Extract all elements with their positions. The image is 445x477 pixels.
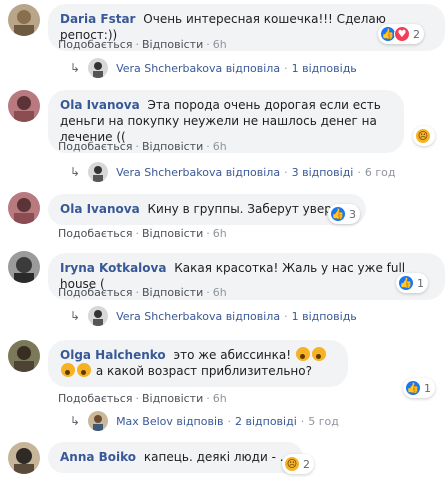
comment-author[interactable]: Anna Boiko bbox=[60, 450, 136, 464]
avatar[interactable] bbox=[8, 4, 40, 36]
reply-count: 3 відповіді bbox=[291, 165, 354, 179]
reply-author-line: Vera Shcherbakova відповіла bbox=[116, 61, 281, 75]
comment-actions: Подобається · Відповісти · 6h bbox=[58, 140, 227, 153]
reactions[interactable]: ☹ 2 bbox=[282, 454, 314, 474]
reply-arrow-icon: ↳ bbox=[70, 309, 81, 323]
avatar[interactable] bbox=[8, 340, 40, 372]
avatar[interactable] bbox=[8, 251, 40, 283]
view-replies[interactable]: ↳ Vera Shcherbakova відповіла · 1 відповід… bbox=[70, 306, 357, 326]
comment-author[interactable]: Olga Halchenko bbox=[60, 348, 166, 362]
reaction-count: 1 bbox=[417, 276, 424, 290]
avatar bbox=[88, 58, 109, 78]
comment-time[interactable]: 6h bbox=[213, 140, 227, 153]
view-replies[interactable]: ↳ Max Belov відповів · 2 відповіді · 5 год bbox=[70, 411, 339, 431]
reply-author-line: Max Belov відповів bbox=[116, 414, 224, 428]
comment-time[interactable]: 6h bbox=[213, 392, 227, 405]
reply-link[interactable]: Відповісти bbox=[142, 227, 203, 240]
comment-time[interactable]: 6h bbox=[213, 286, 227, 299]
reactions[interactable]: ☹ bbox=[413, 126, 435, 146]
comment-author[interactable]: Daria Fstar bbox=[60, 12, 135, 26]
reply-arrow-icon: ↳ bbox=[70, 414, 81, 428]
like-link[interactable]: Подобається bbox=[58, 286, 132, 299]
reactions[interactable]: 👍 ♥ 2 bbox=[378, 24, 424, 44]
reactions[interactable]: 👍 3 bbox=[328, 204, 360, 224]
comment-actions: Подобається · Відповісти · 6h bbox=[58, 392, 227, 405]
like-link[interactable]: Подобається bbox=[58, 140, 132, 153]
view-replies[interactable]: ↳ Vera Shcherbakova відповіла · 3 відповід… bbox=[70, 162, 395, 182]
avatar bbox=[88, 162, 109, 182]
comment-actions: Подобається · Відповісти · 6h bbox=[58, 286, 227, 299]
comment-text: капець. деякі люди - ... bbox=[143, 450, 292, 464]
like-link[interactable]: Подобається bbox=[58, 38, 132, 51]
reaction-count: 2 bbox=[413, 27, 420, 41]
like-icon: 👍 bbox=[398, 275, 414, 291]
reply-arrow-icon: ↳ bbox=[70, 61, 81, 75]
reply-link[interactable]: Відповісти bbox=[142, 392, 203, 405]
comment-actions: Подобається · Відповісти · 6h bbox=[58, 227, 227, 240]
comment-bubble: Ola Ivanova Кину в группы. Заберут увере… bbox=[48, 194, 367, 225]
comment-actions: Подобається · Відповісти · 6h bbox=[58, 38, 227, 51]
avatar[interactable] bbox=[8, 442, 40, 474]
reactions[interactable]: 👍 1 bbox=[403, 378, 435, 398]
sad-icon: ☹ bbox=[284, 456, 300, 472]
comment-text-a: это же абиссинка! bbox=[173, 348, 292, 362]
comment-author[interactable]: Ola Ivanova bbox=[60, 202, 140, 216]
reaction-count: 2 bbox=[303, 457, 310, 471]
like-link[interactable]: Подобається bbox=[58, 392, 132, 405]
comment-text-b: а какой возраст приблизительно? bbox=[95, 364, 312, 378]
sad-icon: ☹ bbox=[415, 128, 431, 144]
reply-count: 1 відповідь bbox=[291, 309, 357, 323]
reply-author-line: Vera Shcherbakova відповіла bbox=[116, 165, 281, 179]
reply-link[interactable]: Відповісти bbox=[142, 286, 203, 299]
like-link[interactable]: Подобається bbox=[58, 227, 132, 240]
avatar[interactable] bbox=[8, 192, 40, 224]
comment-author[interactable]: Ola Ivanova bbox=[60, 98, 140, 112]
comment-text: Кину в группы. Заберут уверена bbox=[147, 202, 355, 216]
reply-time: 5 год bbox=[308, 414, 339, 428]
comment-author[interactable]: Iryna Kotkalova bbox=[60, 261, 166, 275]
like-icon: 👍 bbox=[405, 380, 421, 396]
avatar bbox=[88, 411, 109, 431]
comment-time[interactable]: 6h bbox=[213, 38, 227, 51]
avatar[interactable] bbox=[8, 90, 40, 122]
reply-count: 1 відповідь bbox=[291, 61, 357, 75]
love-icon: ♥ bbox=[394, 26, 410, 42]
comment-time[interactable]: 6h bbox=[213, 227, 227, 240]
reply-arrow-icon: ↳ bbox=[70, 165, 81, 179]
comment-bubble: Olga Halchenko это же абиссинка! а какой… bbox=[48, 340, 348, 387]
reply-count: 2 відповіді bbox=[235, 414, 297, 428]
avatar bbox=[88, 306, 109, 326]
reply-time: 6 год bbox=[364, 165, 396, 179]
reply-link[interactable]: Відповісти bbox=[142, 140, 203, 153]
view-replies[interactable]: ↳ Vera Shcherbakova відповіла · 1 відповід… bbox=[70, 58, 357, 78]
comment-bubble: Anna Boiko капець. деякі люди - ... bbox=[48, 442, 304, 473]
reaction-count: 1 bbox=[424, 381, 431, 395]
reaction-count: 3 bbox=[349, 207, 356, 221]
reply-link[interactable]: Відповісти bbox=[142, 38, 203, 51]
reactions[interactable]: 👍 1 bbox=[396, 273, 428, 293]
like-icon: 👍 bbox=[330, 206, 346, 222]
reply-author-line: Vera Shcherbakova відповіла bbox=[116, 309, 281, 323]
